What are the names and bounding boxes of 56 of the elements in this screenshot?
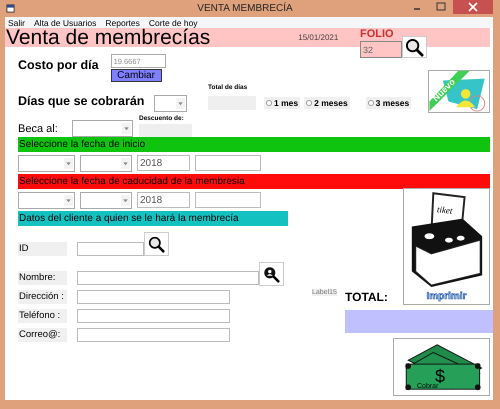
menu-item[interactable]: Corte de hoy	[148, 18, 198, 28]
field-label: Nombre:	[18, 271, 67, 285]
caret-icon	[64, 194, 73, 206]
dropdown-field[interactable]	[80, 154, 132, 172]
total-label: TOTAL:	[345, 290, 388, 304]
input-field[interactable]	[77, 271, 259, 285]
app-icon	[6, 4, 15, 13]
window-title: VENTA MEMBRECÍA	[196, 3, 294, 14]
menu-item[interactable]: Alta de Usuarios	[34, 18, 96, 28]
dropdown-field[interactable]	[80, 192, 132, 208]
caret-icon	[121, 158, 130, 168]
input-field[interactable]	[77, 328, 230, 342]
menu-item[interactable]: Salir	[8, 18, 26, 28]
print-button[interactable]: tiket Imprimir	[403, 188, 490, 305]
change-button[interactable]: Cambiar	[110, 69, 162, 82]
caret-icon	[121, 194, 130, 206]
dropdown-field[interactable]	[72, 120, 133, 137]
dropdown-field[interactable]	[18, 192, 75, 208]
section-heading: Seleccione la fecha de caducidad de la membresia	[18, 174, 490, 189]
period-radio[interactable]: 1 mes	[264, 97, 300, 109]
days-label: Días que se cobrarán	[18, 94, 146, 108]
caret-icon	[176, 98, 185, 109]
search-icon	[405, 38, 424, 56]
search-button[interactable]	[402, 36, 427, 58]
scholarship-label: Beca al:	[18, 123, 59, 135]
dropdown-field[interactable]	[154, 95, 187, 112]
search-icon	[148, 236, 165, 252]
period-radio[interactable]: 2 meses	[304, 97, 350, 109]
cost-label: Costo por día	[18, 58, 99, 74]
form-title: Venta de membrecías	[6, 28, 210, 47]
field-label: Dirección :	[18, 290, 67, 304]
field-label: Correo@:	[18, 328, 67, 342]
caret-icon	[64, 158, 73, 168]
year-field[interactable]: 2018	[137, 192, 190, 208]
date-field[interactable]	[195, 192, 261, 208]
field-label: ID	[18, 242, 67, 256]
date-label: 15/01/2021	[298, 33, 338, 42]
menu-item[interactable]: Reportes	[105, 18, 140, 28]
period-radio[interactable]: 3 meses	[366, 97, 412, 109]
date-field[interactable]	[195, 155, 261, 171]
section-heading: Seleccione la fecha de inicio	[18, 137, 490, 152]
person-search-icon	[263, 266, 280, 282]
field-label: Teléfono :	[18, 309, 67, 323]
person-search-button[interactable]	[259, 262, 284, 286]
folio-label: FOLIO	[360, 28, 395, 41]
folio-field[interactable]: 32	[360, 41, 402, 58]
year-field[interactable]: 2018	[137, 155, 190, 171]
caret-icon	[122, 123, 131, 134]
close-button[interactable]	[453, 0, 493, 14]
section-heading: Datos del cliente a quien se le hará la membrecía	[18, 211, 288, 226]
dropdown-field[interactable]	[18, 154, 75, 172]
search-button[interactable]	[144, 232, 169, 256]
input-field[interactable]	[77, 290, 230, 304]
input-field[interactable]	[77, 242, 144, 256]
discount-field	[139, 124, 192, 137]
input-field[interactable]	[77, 309, 230, 323]
